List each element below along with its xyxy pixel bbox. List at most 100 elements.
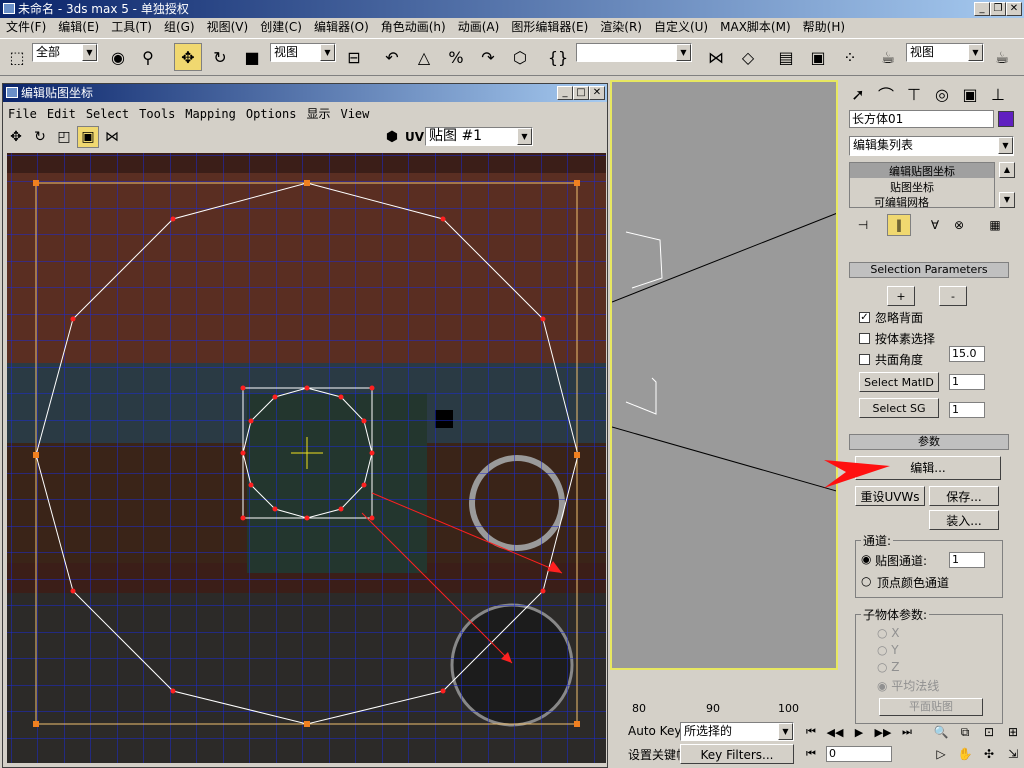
configure-sets-icon[interactable]: ▦ (983, 214, 1007, 236)
rotate-icon[interactable]: ↻ (206, 43, 234, 71)
object-color-swatch[interactable] (998, 111, 1014, 127)
move-icon[interactable]: ✥ (174, 43, 202, 71)
motion-tab-icon[interactable]: ◎ (930, 82, 954, 106)
uv-map-dropdown[interactable]: 贴图 #1 ▼ (425, 127, 533, 146)
field-of-view-icon[interactable]: ▷ (930, 744, 952, 764)
named-selection-icon[interactable]: ⬡ (506, 43, 534, 71)
uv-menu-select[interactable]: Select (81, 104, 134, 124)
stack-item-uvw-map[interactable]: 贴图坐标 (890, 179, 934, 195)
uv-canvas[interactable] (7, 153, 606, 763)
uv-menu-display[interactable]: 显示 (301, 104, 335, 124)
percent-snap-icon[interactable]: % (442, 43, 470, 71)
arc-rotate-icon[interactable]: ✣ (978, 744, 1000, 764)
axis-y-radio[interactable]: ○ Y (877, 643, 899, 657)
menu-tools[interactable]: 工具(T) (105, 18, 158, 37)
remove-modifier-icon[interactable]: ⊗ (947, 214, 971, 236)
map-channel-radio[interactable]: ◉ (861, 552, 871, 566)
display-tab-icon[interactable]: ▣ (958, 82, 982, 106)
menu-group[interactable]: 组(G) (158, 18, 201, 37)
perspective-viewport[interactable] (610, 80, 841, 670)
abc-icon[interactable]: {} (544, 43, 572, 71)
uv-menu-mapping[interactable]: Mapping (180, 104, 241, 124)
uv-rotate-icon[interactable]: ↻ (29, 126, 51, 148)
planar-angle-checkbox[interactable] (859, 354, 870, 365)
load-uv-button[interactable]: 装入... (929, 510, 999, 530)
zoom-extents-all-icon[interactable]: ⊞ (1002, 722, 1024, 742)
object-name-field[interactable]: 长方体01 (849, 110, 994, 128)
create-tab-icon[interactable]: ➚ (846, 82, 870, 106)
menu-rendering[interactable]: 渲染(R) (594, 18, 648, 37)
grow-selection-button[interactable]: + (887, 286, 915, 306)
render-view-dropdown[interactable]: 视图 ▼ (906, 43, 984, 62)
snap-3d-icon[interactable]: ↶ (378, 43, 406, 71)
planar-angle-spinner[interactable]: 15.0 (949, 346, 985, 362)
menu-customize[interactable]: 自定义(U) (648, 18, 714, 37)
uv-menu-view[interactable]: View (335, 104, 374, 124)
average-normal-radio[interactable]: ◉ 平均法线 (877, 677, 939, 694)
track-view-icon[interactable]: ▤ (772, 43, 800, 71)
uv-checker-icon[interactable]: ⬢ (381, 126, 403, 148)
selection-filter-dropdown[interactable]: 全部 ▼ (32, 43, 98, 62)
minimize-button[interactable]: _ (974, 2, 990, 16)
select-matid-button[interactable]: Select MatID (859, 372, 939, 392)
uv-maximize-button[interactable]: □ (573, 86, 589, 100)
maximize-viewport-icon[interactable]: ⇲ (1002, 744, 1024, 764)
menu-help[interactable]: 帮助(H) (797, 18, 851, 37)
ref-coord-dropdown[interactable]: 视图 ▼ (270, 43, 336, 62)
select-sg-button[interactable]: Select SG (859, 398, 939, 418)
shrink-selection-button[interactable]: - (939, 286, 967, 306)
key-mode-icon[interactable]: ⏮ (800, 744, 822, 764)
menu-modifiers[interactable]: 编辑器(O) (308, 18, 375, 37)
utilities-tab-icon[interactable]: ⊥ (986, 82, 1010, 106)
auto-key-label[interactable]: Auto Key (628, 724, 681, 738)
uv-menu-edit[interactable]: Edit (42, 104, 81, 124)
uv-minimize-button[interactable]: _ (557, 86, 573, 100)
goto-start-icon[interactable]: ⏮ (800, 722, 822, 742)
select-link-icon[interactable]: ⚲ (134, 43, 162, 71)
scale-icon[interactable]: ■ (238, 43, 266, 71)
spinner-snap-icon[interactable]: ↷ (474, 43, 502, 71)
uv-move-icon[interactable]: ✥ (5, 126, 27, 148)
uv-freeform-icon[interactable]: ▣ (77, 126, 99, 148)
named-selection-dropdown[interactable]: ▼ (576, 43, 692, 62)
maximize-button[interactable]: ❐ (990, 2, 1006, 16)
align-icon[interactable]: ◇ (734, 43, 762, 71)
key-filters-button[interactable]: Key Filters... (680, 744, 794, 764)
modifier-list-dropdown[interactable]: 编辑集列表 ▼ (849, 136, 1014, 156)
uv-scale-icon[interactable]: ◰ (53, 126, 75, 148)
render-scene-icon[interactable]: ☕ (874, 43, 902, 71)
pivot-icon[interactable]: ⊟ (340, 43, 368, 71)
menu-edit[interactable]: 编辑(E) (52, 18, 105, 37)
pin-stack-icon[interactable]: ⊣ (851, 214, 875, 236)
menu-maxscript[interactable]: MAX脚本(M) (714, 18, 797, 37)
zoom-extents-icon[interactable]: ⊡ (978, 722, 1000, 742)
goto-end-icon[interactable]: ⏭ (896, 722, 918, 742)
next-frame-icon[interactable]: ▶▶ (872, 722, 894, 742)
stack-scroll-up[interactable]: ▲ (999, 162, 1015, 178)
axis-z-radio[interactable]: ○ Z (877, 660, 900, 674)
select-by-element-checkbox[interactable] (859, 333, 870, 344)
map-channel-spinner[interactable]: 1 (949, 552, 985, 568)
close-button[interactable]: ✕ (1006, 2, 1022, 16)
menu-graph-editors[interactable]: 图形编辑器(E) (505, 18, 594, 37)
select-region-icon[interactable]: ⬚ (3, 43, 31, 71)
menu-create[interactable]: 创建(C) (254, 18, 308, 37)
axis-x-radio[interactable]: ○ X (877, 626, 900, 640)
stack-scroll-down[interactable]: ▼ (999, 192, 1015, 208)
menu-character[interactable]: 角色动画(h) (375, 18, 452, 37)
uv-menu-options[interactable]: Options (241, 104, 302, 124)
matid-spinner[interactable]: 1 (949, 374, 985, 390)
modify-tab-icon[interactable]: ⌒ (874, 82, 898, 106)
uv-menu-tools[interactable]: Tools (134, 104, 180, 124)
angle-snap-icon[interactable]: △ (410, 43, 438, 71)
timeline-ruler[interactable]: 80 90 100 (610, 694, 840, 720)
uv-close-button[interactable]: ✕ (589, 86, 605, 100)
zoom-icon[interactable]: 🔍 (930, 722, 952, 742)
menu-views[interactable]: 视图(V) (201, 18, 255, 37)
mirror-icon[interactable]: ⋈ (702, 43, 730, 71)
sg-spinner[interactable]: 1 (949, 402, 985, 418)
show-end-result-icon[interactable]: ‖ (887, 214, 911, 236)
play-icon[interactable]: ▶ (848, 722, 870, 742)
stack-item-edit-uvw[interactable]: 编辑贴图坐标 (850, 163, 994, 178)
zoom-all-icon[interactable]: ⧉ (954, 722, 976, 742)
